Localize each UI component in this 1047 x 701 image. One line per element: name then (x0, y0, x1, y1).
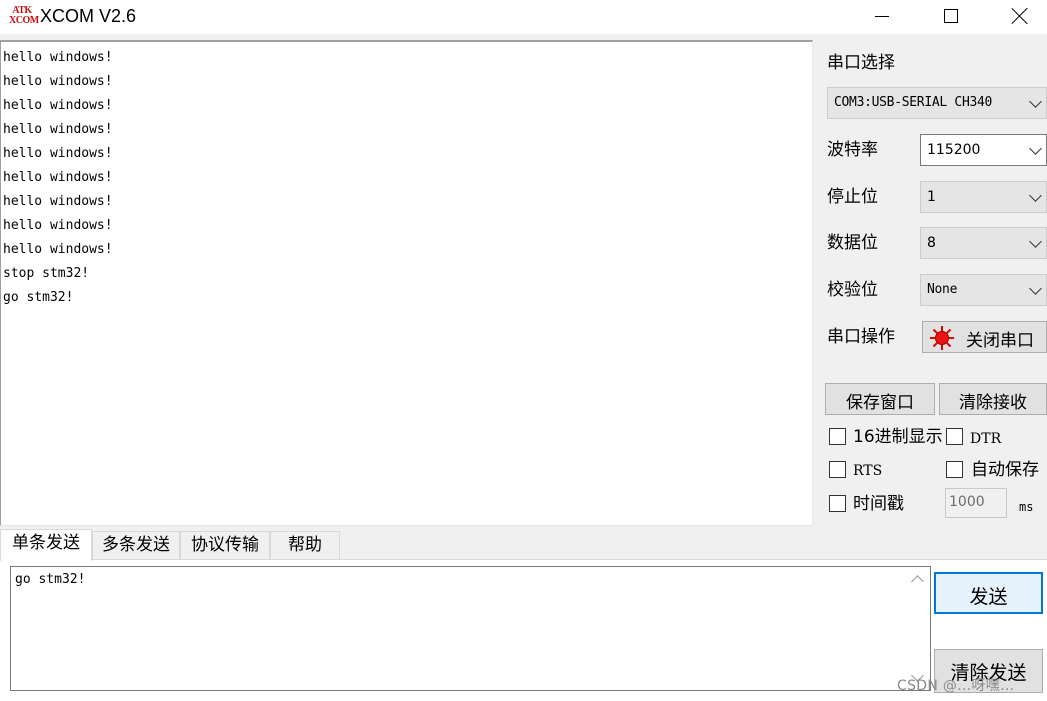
csdn-watermark: CSDN @…呀嘿… (897, 678, 1015, 694)
timestamp-label: 时间戳 (853, 494, 904, 514)
window-title: XCOM V2.6 (40, 6, 137, 26)
auto-save-checkbox[interactable] (946, 461, 963, 478)
dtr-label: DTR (970, 431, 1002, 447)
baud-rate-select[interactable]: 115200 (920, 134, 1047, 166)
receive-line: hello windows! (3, 146, 113, 161)
receive-line: hello windows! (3, 74, 113, 89)
chevron-down-icon (1029, 237, 1043, 249)
chevron-down-icon (1029, 284, 1043, 296)
maximize-icon (944, 9, 958, 23)
receive-area[interactable]: hello windows! hello windows! hello wind… (0, 40, 813, 526)
port-select-value: COM3:USB-SERIAL CH340 (834, 95, 993, 110)
interval-unit-label: ms (1019, 500, 1034, 514)
data-bits-label: 数据位 (827, 233, 878, 253)
auto-save-label: 自动保存 (971, 460, 1039, 480)
timestamp-interval-input[interactable]: 1000 (945, 488, 1007, 518)
tab-protocol-transfer[interactable]: 协议传输 (180, 531, 270, 559)
send-button-label: 发送 (969, 586, 1008, 608)
receive-line: hello windows! (3, 98, 113, 113)
stop-bits-select[interactable]: 1 (920, 181, 1047, 213)
timestamp-interval-value: 1000 (949, 494, 985, 510)
parity-value: None (927, 282, 958, 297)
timestamp-checkbox[interactable] (829, 495, 846, 512)
receive-line: hello windows! (3, 218, 113, 233)
close-port-label: 关闭串口 (966, 331, 1034, 351)
receive-line: hello windows! (3, 194, 113, 209)
port-select[interactable]: COM3:USB-SERIAL CH340 (827, 87, 1047, 119)
chevron-down-icon (1029, 191, 1043, 203)
minimize-icon (875, 16, 889, 18)
data-bits-value: 8 (927, 235, 936, 251)
save-window-label: 保存窗口 (846, 393, 914, 413)
parity-select[interactable]: None (920, 274, 1047, 306)
tab-multi-send[interactable]: 多条发送 (92, 531, 180, 559)
chevron-down-icon (1029, 97, 1043, 109)
close-icon (1011, 7, 1029, 25)
receive-line: hello windows! (3, 50, 113, 65)
baud-rate-value: 115200 (927, 142, 981, 158)
receive-line: stop stm32! (3, 266, 90, 281)
hex-display-checkbox[interactable] (829, 428, 846, 445)
data-bits-select[interactable]: 8 (920, 227, 1047, 259)
send-input[interactable]: go stm32! (10, 566, 931, 691)
title-bar: ATK XCOM XCOM V2.6 (0, 0, 1047, 34)
send-button[interactable]: 发送 (934, 572, 1043, 614)
port-select-label: 串口选择 (827, 53, 895, 73)
parity-label: 校验位 (827, 280, 878, 300)
scroll-up-icon (911, 575, 924, 588)
send-scrollbar[interactable] (906, 567, 930, 690)
stop-bits-value: 1 (927, 189, 936, 205)
baud-rate-label: 波特率 (827, 140, 878, 160)
close-port-button[interactable]: 关闭串口 (922, 321, 1047, 353)
receive-line: hello windows! (3, 170, 113, 185)
rts-label: RTS (853, 463, 883, 479)
port-operation-label: 串口操作 (827, 327, 895, 347)
receive-line: hello windows! (3, 242, 113, 257)
hex-display-label: 16进制显示 (853, 427, 943, 447)
chevron-down-icon (1029, 144, 1043, 156)
save-window-button[interactable]: 保存窗口 (825, 383, 935, 415)
send-input-text: go stm32! (15, 572, 86, 587)
close-window-button[interactable] (997, 0, 1043, 32)
receive-line: go stm32! (3, 290, 74, 305)
tab-single-send[interactable]: 单条发送 (0, 529, 92, 561)
stop-bits-label: 停止位 (827, 187, 878, 207)
logo-bottom-text: XCOM (9, 15, 39, 26)
clear-receive-button[interactable]: 清除接收 (939, 383, 1047, 415)
receive-line: hello windows! (3, 122, 113, 137)
atk-xcom-logo-icon: ATK XCOM (9, 6, 39, 28)
status-led-icon (930, 326, 954, 350)
tab-help[interactable]: 帮助 (270, 531, 340, 559)
dtr-checkbox[interactable] (946, 428, 963, 445)
clear-receive-label: 清除接收 (959, 393, 1027, 413)
rts-checkbox[interactable] (829, 461, 846, 478)
maximize-button[interactable] (927, 0, 973, 32)
minimize-button[interactable] (858, 0, 904, 32)
